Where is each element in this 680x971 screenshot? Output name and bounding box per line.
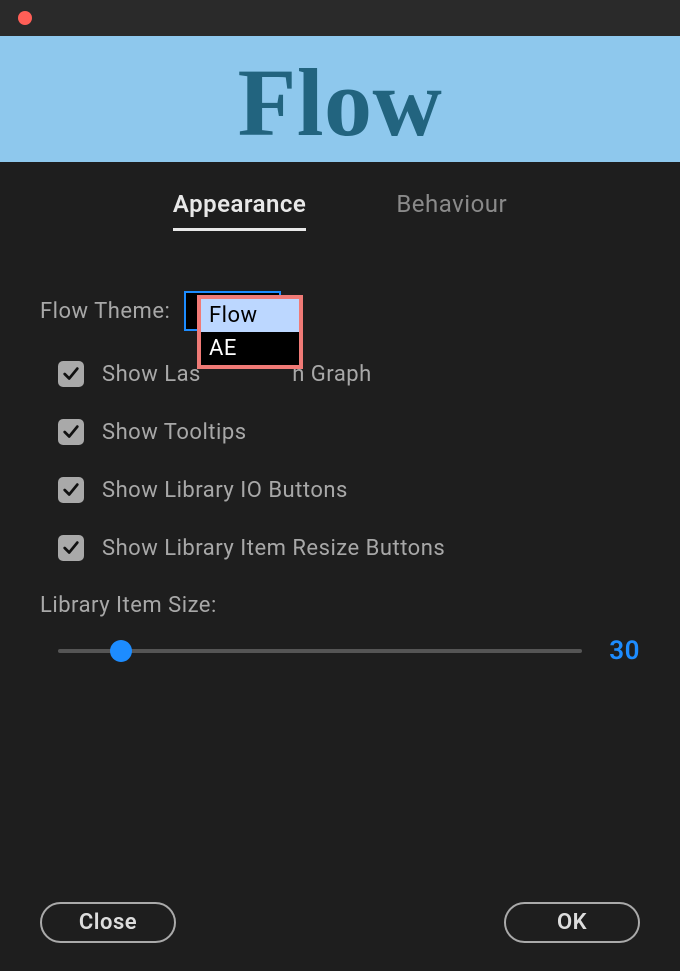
settings-panel: Flow Theme: Flow Flow AE Show Lasxxxxxxx… [0,251,680,666]
checkbox-show-graph[interactable] [58,361,84,387]
theme-dropdown-list[interactable]: Flow AE [197,295,303,369]
close-window-icon[interactable] [18,11,32,25]
window-titlebar [0,0,680,36]
checkbox-io[interactable] [58,477,84,503]
theme-row: Flow Theme: Flow [40,291,640,331]
slider-thumb[interactable] [110,640,132,662]
tab-bar: Appearance Behaviour [0,162,680,251]
check-icon [62,481,80,499]
check-show-graph: Show Lasxxxxxxxxn Graph [40,361,640,387]
close-button[interactable]: Close [40,902,176,943]
theme-label: Flow Theme: [40,299,170,324]
library-size-slider[interactable] [58,649,582,653]
checkbox-resize[interactable] [58,535,84,561]
slider-value: 30 [600,636,640,666]
check-tooltips: Show Tooltips [40,419,640,445]
check-io: Show Library IO Buttons [40,477,640,503]
dialog-footer: Close OK [0,902,680,943]
tab-behaviour[interactable]: Behaviour [396,190,507,231]
checkbox-tooltips[interactable] [58,419,84,445]
theme-option-ae[interactable]: AE [201,332,299,365]
check-io-label: Show Library IO Buttons [102,478,348,503]
tab-appearance[interactable]: Appearance [173,190,307,231]
app-banner: Flow [0,36,680,162]
theme-option-flow[interactable]: Flow [201,299,299,332]
check-resize: Show Library Item Resize Buttons [40,535,640,561]
check-icon [62,365,80,383]
check-resize-label: Show Library Item Resize Buttons [102,536,445,561]
check-icon [62,423,80,441]
slider-row: 30 [40,636,640,666]
check-icon [62,539,80,557]
flow-logo: Flow [238,55,443,151]
slider-label: Library Item Size: [40,593,640,618]
check-tooltips-label: Show Tooltips [102,420,247,445]
ok-button[interactable]: OK [504,902,640,943]
